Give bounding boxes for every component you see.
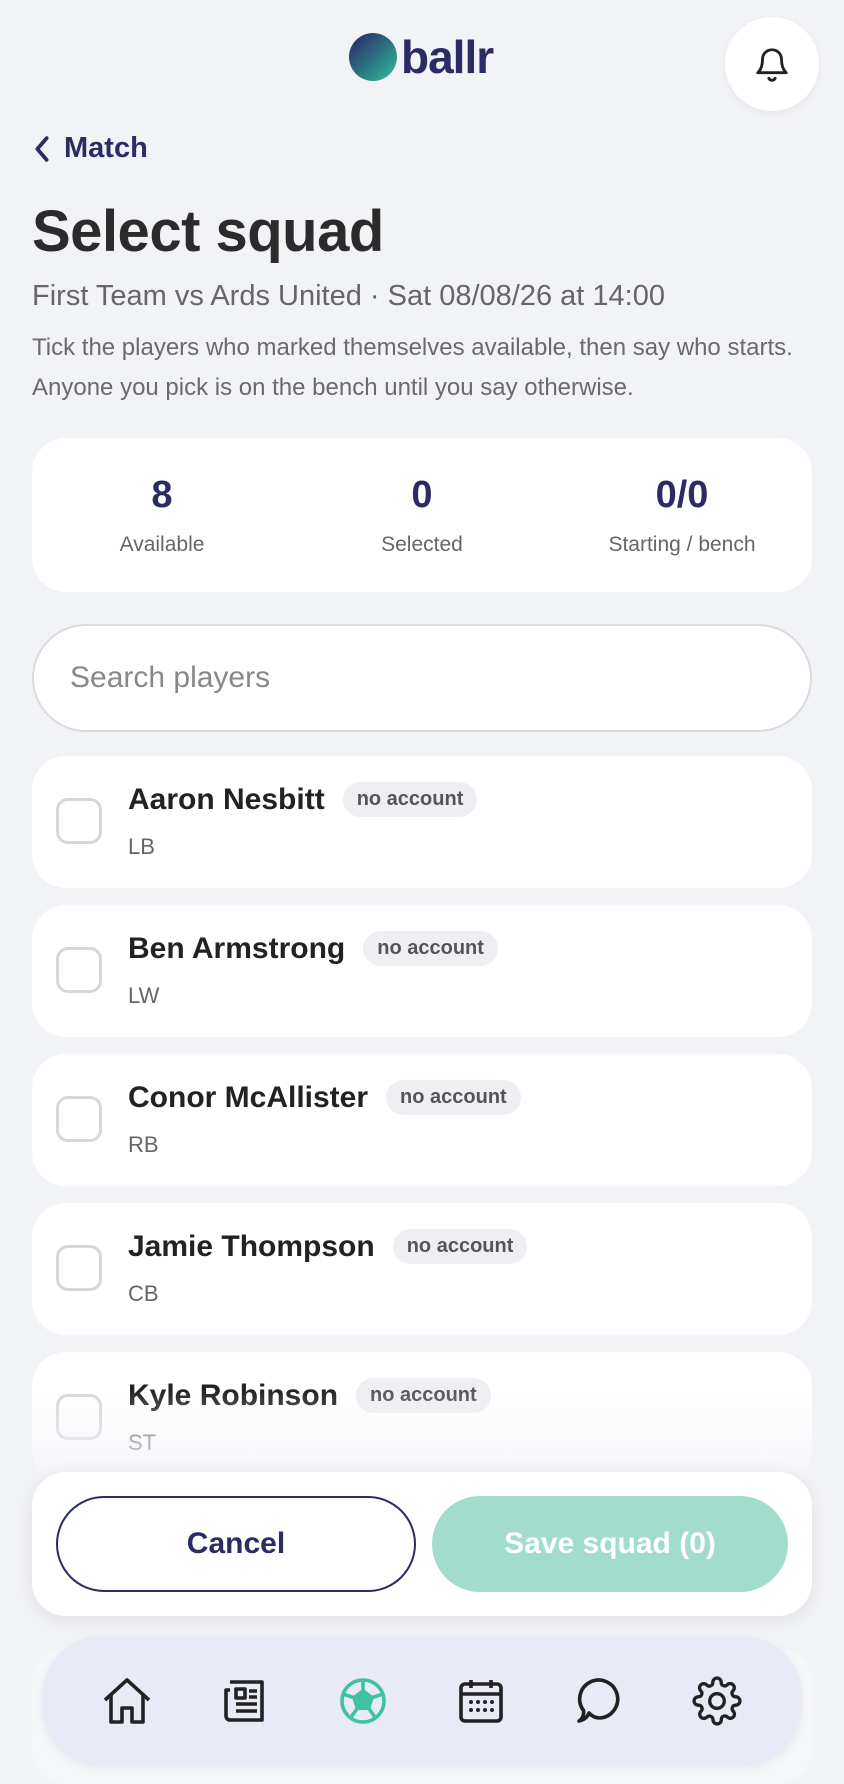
account-status-badge: no account [363, 931, 498, 966]
player-checkbox[interactable] [56, 798, 102, 844]
brand-logo: ballr [349, 30, 494, 84]
player-row[interactable]: Conor McAllister no account RB [32, 1054, 812, 1186]
cancel-button[interactable]: Cancel [56, 1496, 416, 1592]
settings-icon [692, 1676, 742, 1726]
account-status-badge: no account [342, 782, 478, 817]
page-title: Select squad [32, 199, 384, 264]
account-status-badge: no account [392, 1229, 528, 1264]
stat-available-label: Available [119, 533, 205, 556]
player-row[interactable]: Aaron Nesbitt no account LB [32, 756, 812, 888]
player-checkbox[interactable] [56, 1096, 102, 1142]
list-fade-overlay [0, 1390, 844, 1480]
match-subtitle: First Team vs Ards United · Sat 08/08/26… [32, 280, 665, 312]
search-input[interactable] [32, 624, 812, 732]
nav-calendar[interactable] [446, 1666, 516, 1736]
player-row[interactable]: Jamie Thompson no account CB [32, 1203, 812, 1335]
player-checkbox[interactable] [56, 947, 102, 993]
player-name: Jamie Thompson [128, 1230, 375, 1263]
player-position: LW [128, 983, 160, 1008]
nav-matches[interactable] [328, 1666, 398, 1736]
player-name: Conor McAllister [128, 1081, 369, 1114]
player-position: CB [128, 1281, 159, 1306]
notifications-button[interactable] [725, 17, 819, 111]
chat-icon [577, 1678, 620, 1723]
stat-starting-bench-value: 0/0 [655, 474, 709, 516]
logo-mark-icon [349, 33, 397, 81]
back-link-label: Match [64, 132, 148, 164]
home-icon [103, 1678, 151, 1724]
stat-selected: 0 Selected [292, 438, 552, 592]
player-checkbox[interactable] [56, 1245, 102, 1291]
action-bar: Cancel Save squad (0) [32, 1472, 812, 1616]
stat-selected-label: Selected [381, 533, 463, 556]
player-position: LB [128, 834, 155, 859]
bottom-nav [42, 1636, 802, 1766]
stat-available-value: 8 [151, 474, 173, 516]
save-squad-button[interactable]: Save squad (0) [432, 1496, 788, 1592]
player-position: RB [128, 1132, 159, 1157]
stat-starting-bench: 0/0 Starting / bench [552, 438, 812, 592]
player-name: Ben Armstrong [128, 932, 346, 965]
stat-starting-bench-label: Starting / bench [608, 533, 756, 556]
nav-chat[interactable] [564, 1666, 634, 1736]
nav-news[interactable] [210, 1666, 280, 1736]
chevron-left-icon [35, 135, 49, 162]
stat-selected-value: 0 [411, 474, 433, 516]
instructions-text: Tick the players who marked themselves a… [32, 334, 793, 401]
nav-settings[interactable] [682, 1666, 752, 1736]
player-name: Aaron Nesbitt [128, 783, 325, 816]
calendar-icon [459, 1680, 503, 1723]
football-icon [340, 1678, 386, 1724]
stat-available: 8 Available [32, 438, 292, 592]
player-row[interactable]: Ben Armstrong no account LW [32, 905, 812, 1037]
bell-icon [756, 48, 788, 82]
nav-home[interactable] [92, 1666, 162, 1736]
account-status-badge: no account [386, 1080, 521, 1115]
squad-stats-card: 8 Available 0 Selected 0/0 Starting / be… [32, 438, 812, 592]
news-icon [224, 1680, 264, 1722]
brand-name: ballr [401, 31, 494, 83]
app-header: ballr [0, 0, 844, 130]
back-link[interactable]: Match [34, 132, 148, 165]
